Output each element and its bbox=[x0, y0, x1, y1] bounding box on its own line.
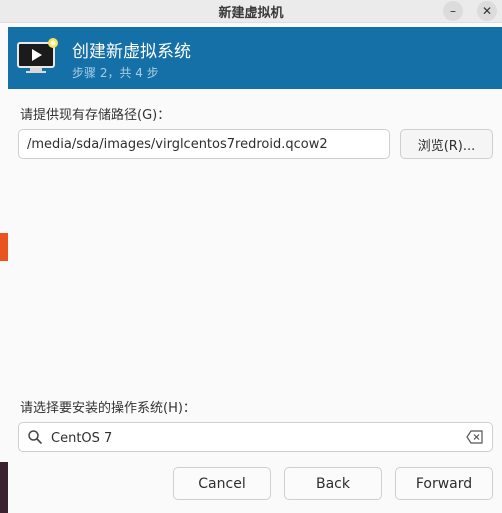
wizard-title: 创建新虚拟系统 bbox=[72, 42, 191, 62]
clear-icon[interactable] bbox=[466, 430, 484, 444]
storage-path-label: 请提供现有存储路径(G)： bbox=[20, 108, 171, 123]
search-icon bbox=[28, 430, 42, 444]
cancel-button[interactable]: Cancel bbox=[173, 467, 271, 500]
storage-path-input[interactable] bbox=[18, 129, 390, 159]
forward-button[interactable]: Forward bbox=[395, 467, 493, 500]
close-icon: ✕ bbox=[481, 4, 493, 18]
background-window-edge bbox=[0, 233, 8, 261]
monitor-play-icon bbox=[17, 38, 58, 73]
background-window-edge bbox=[0, 462, 8, 513]
minimize-button[interactable]: – bbox=[443, 1, 463, 21]
wizard-header: 创建新虚拟系统 步骤 2，共 4 步 bbox=[8, 27, 502, 89]
os-search-input[interactable] bbox=[49, 423, 453, 453]
minimize-icon: – bbox=[450, 4, 456, 18]
title-bar: 新建虚拟机 – ✕ bbox=[0, 0, 502, 23]
os-select-label: 请选择要安装的操作系统(H)： bbox=[20, 401, 196, 416]
close-button[interactable]: ✕ bbox=[477, 1, 497, 21]
os-search-field[interactable] bbox=[18, 422, 493, 453]
back-button[interactable]: Back bbox=[284, 467, 382, 500]
wizard-step: 步骤 2，共 4 步 bbox=[72, 66, 159, 80]
window-title: 新建虚拟机 bbox=[218, 6, 284, 21]
browse-button[interactable]: 浏览(R)... bbox=[400, 129, 493, 159]
